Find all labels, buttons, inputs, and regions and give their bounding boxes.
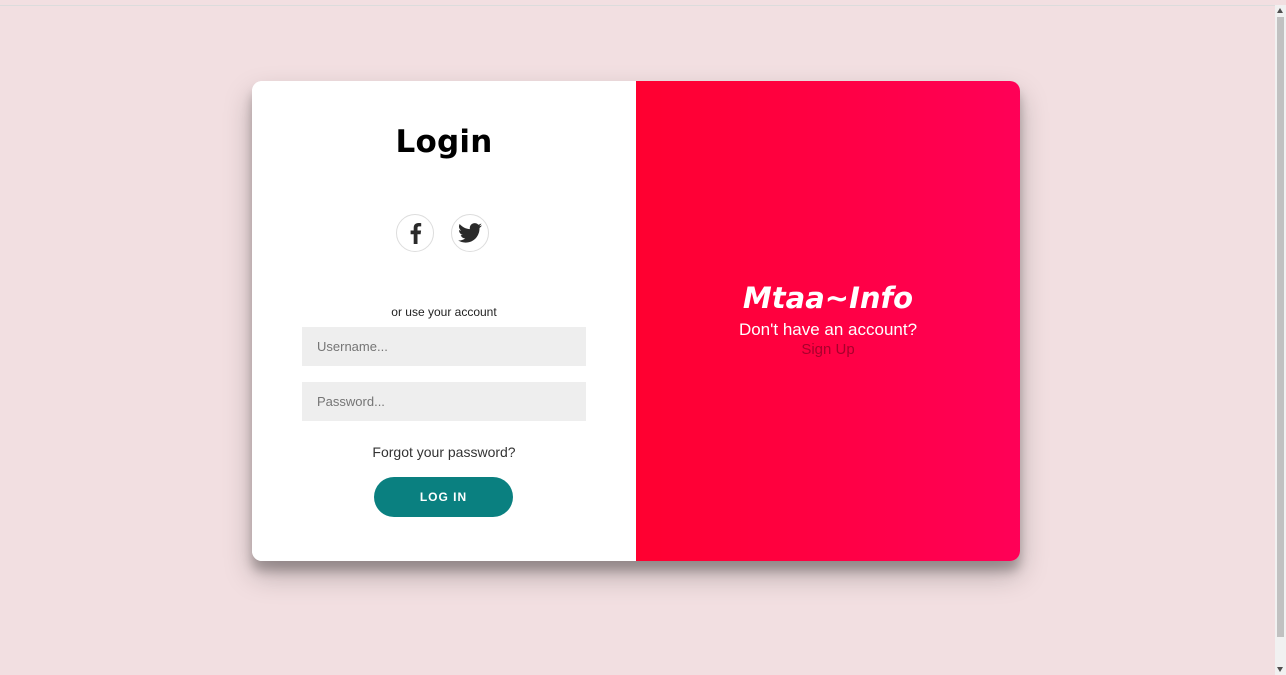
- login-button[interactable]: LOG IN: [374, 477, 513, 517]
- facebook-icon: [410, 223, 422, 244]
- twitter-button[interactable]: [451, 214, 489, 252]
- signup-prompt: Don't have an account?: [738, 320, 918, 339]
- scroll-down-icon[interactable]: [1277, 667, 1283, 672]
- page-scrollbar[interactable]: [1275, 5, 1286, 675]
- alt-login-text: or use your account: [391, 305, 497, 319]
- password-input[interactable]: [302, 382, 586, 421]
- top-border: [0, 5, 1275, 6]
- forgot-password-link[interactable]: Forgot your password?: [252, 444, 636, 460]
- signup-link[interactable]: Sign Up: [636, 341, 1020, 358]
- signup-overlay-panel: Mtaa~Info Don't have an account? Sign Up: [636, 81, 1020, 561]
- page-title: Login: [395, 124, 493, 160]
- scrollbar-thumb[interactable]: [1277, 17, 1284, 637]
- facebook-button[interactable]: [396, 214, 434, 252]
- auth-container: Login or use your account Forgot your pa…: [252, 81, 1020, 561]
- brand-title: Mtaa~Info: [742, 281, 914, 315]
- twitter-icon: [458, 223, 482, 243]
- username-input[interactable]: [302, 327, 586, 366]
- scroll-up-icon[interactable]: [1277, 8, 1283, 13]
- login-form-panel: Login or use your account Forgot your pa…: [252, 81, 636, 561]
